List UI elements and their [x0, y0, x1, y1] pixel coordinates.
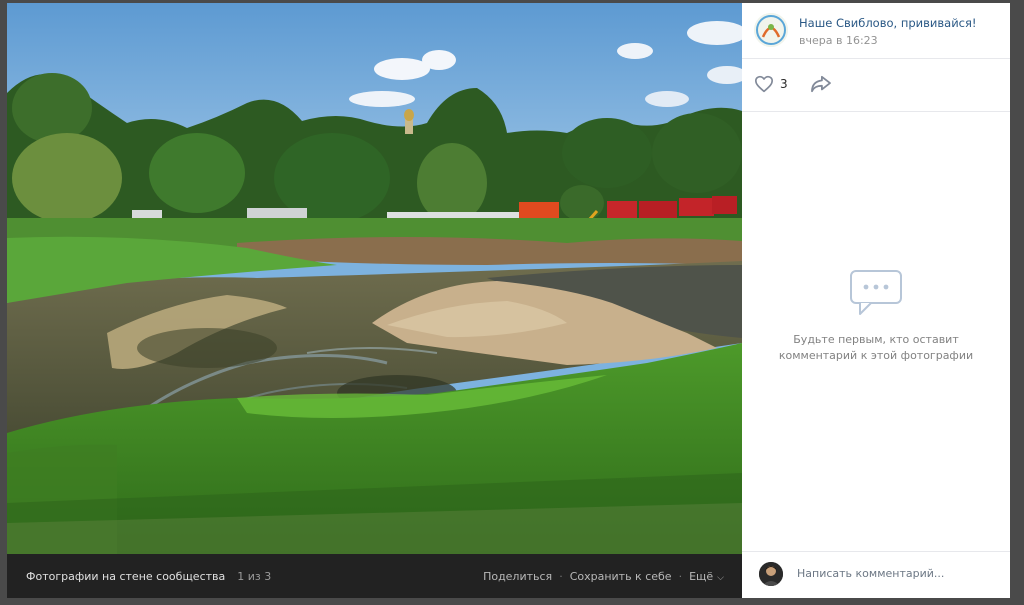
- like-count: 3: [780, 77, 788, 91]
- album-title[interactable]: Фотографии на стене сообщества: [26, 570, 225, 583]
- more-button[interactable]: Ещё ⌵: [689, 570, 724, 583]
- photo-footer: Фотографии на стене сообщества 1 из 3 По…: [7, 554, 742, 598]
- separator-dot: ·: [559, 569, 563, 583]
- separator-dot: ·: [678, 569, 683, 583]
- footer-actions: Поделиться · Сохранить к себе · Ещё ⌵: [483, 570, 724, 583]
- chevron-down-icon: ⌵: [717, 572, 724, 583]
- share-button[interactable]: [810, 75, 832, 97]
- community-logo-icon: [754, 13, 788, 47]
- share-arrow-icon: [811, 75, 831, 93]
- post-header: Наше Свиблово, прививайся! вчера в 16:23: [742, 3, 1010, 59]
- photo[interactable]: [7, 3, 742, 554]
- comment-input[interactable]: [797, 567, 997, 580]
- community-avatar[interactable]: [754, 13, 788, 47]
- like-button[interactable]: 3: [754, 75, 788, 93]
- user-avatar[interactable]: [759, 562, 783, 586]
- author-link[interactable]: Наше Свиблово, прививайся!: [799, 16, 977, 30]
- share-link[interactable]: Поделиться: [483, 570, 552, 583]
- empty-comments-line1: Будьте первым, кто оставит: [793, 333, 959, 346]
- save-link[interactable]: Сохранить к себе: [570, 570, 672, 583]
- photo-image: [7, 3, 742, 554]
- user-photo-icon: [759, 562, 783, 586]
- comments-bubble-icon: [850, 270, 902, 315]
- comment-composer: [742, 551, 1010, 598]
- photo-counter: 1 из 3: [237, 569, 272, 583]
- post-date[interactable]: вчера в 16:23: [799, 34, 878, 47]
- empty-comments-text: Будьте первым, кто оставит комментарий к…: [742, 332, 1010, 364]
- heart-icon: [754, 75, 773, 93]
- post-actions: 3: [742, 59, 1010, 112]
- photo-viewer: Фотографии на стене сообщества 1 из 3 По…: [7, 3, 1010, 598]
- photo-sidebar: Наше Свиблово, прививайся! вчера в 16:23…: [742, 3, 1010, 598]
- empty-comments-line2: комментарий к этой фотографии: [778, 349, 974, 362]
- more-label: Ещё: [689, 569, 714, 583]
- no-comments-placeholder: Будьте первым, кто оставит комментарий к…: [742, 268, 1010, 364]
